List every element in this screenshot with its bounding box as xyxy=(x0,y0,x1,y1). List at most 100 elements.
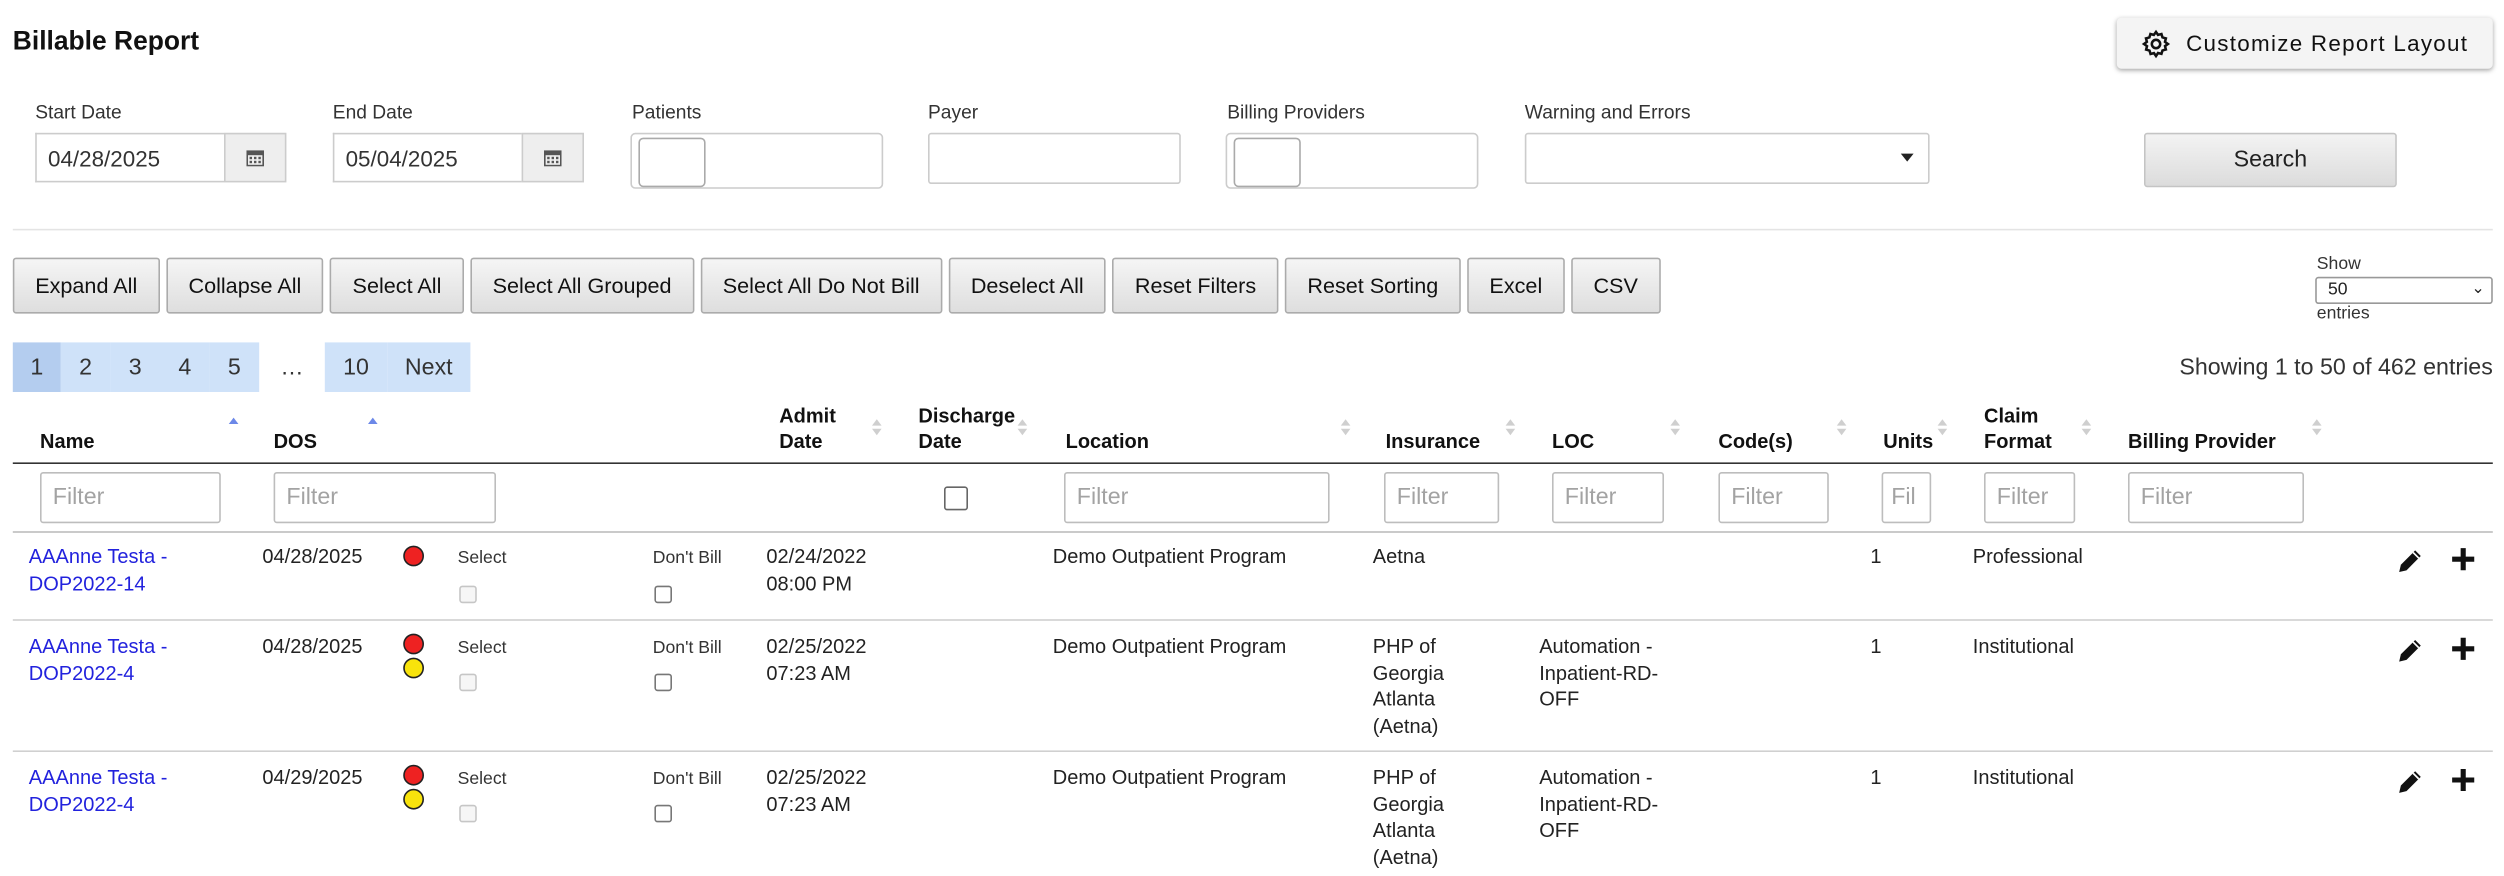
column-header-claim-format[interactable]: Claim Format xyxy=(1984,403,2052,454)
yellow-status-icon xyxy=(403,788,424,810)
insurance-line: PHP of xyxy=(1372,635,1436,658)
select-checkbox[interactable] xyxy=(459,585,477,604)
filter-input-billing-provider[interactable]: Filter xyxy=(2128,472,2304,524)
yellow-status-icon xyxy=(403,657,424,679)
select-checkbox[interactable] xyxy=(459,673,477,692)
calendar-icon[interactable] xyxy=(521,132,584,183)
select-checkbox[interactable] xyxy=(459,804,477,823)
page-button-4[interactable]: 4 xyxy=(160,342,210,392)
patients-toggle[interactable] xyxy=(638,137,706,188)
payer-label: Payer xyxy=(928,100,979,124)
column-header-location[interactable]: Location xyxy=(1066,429,1149,455)
csv-button[interactable]: CSV xyxy=(1571,257,1661,314)
filter-input-codes[interactable]: Filter xyxy=(1718,472,1829,524)
column-header-dos[interactable]: DOS xyxy=(274,429,317,455)
end-date-input[interactable]: 05/04/2025 xyxy=(332,132,522,183)
page-button-5[interactable]: 5 xyxy=(209,342,260,392)
page-button-10[interactable]: 10 xyxy=(324,342,388,392)
claim-format-value: Institutional xyxy=(1972,766,2074,789)
page-button-2[interactable]: 2 xyxy=(60,342,111,392)
divider xyxy=(12,228,2493,231)
warnings-select[interactable] xyxy=(1524,132,1930,184)
pencil-icon[interactable] xyxy=(2397,547,2424,574)
column-header-discharge-date[interactable]: Discharge Date xyxy=(918,403,1015,454)
dont-bill-checkbox[interactable] xyxy=(654,804,672,823)
payer-input[interactable] xyxy=(928,132,1181,184)
select-label: Select xyxy=(457,769,507,789)
filter-input-claim-format[interactable]: Filter xyxy=(1984,472,2076,524)
loc-line: OFF xyxy=(1539,688,1580,711)
page-length-select[interactable]: 50 ⌄ xyxy=(2315,276,2493,304)
column-header-loc[interactable]: LOC xyxy=(1552,429,1594,455)
column-header-name[interactable]: Name xyxy=(40,429,94,455)
units-value: 1 xyxy=(1870,635,1882,658)
column-header-claim-line2: Format xyxy=(1984,430,2052,453)
loc-line: Inpatient-RD- xyxy=(1539,792,1659,816)
filter-input-units[interactable]: Fil xyxy=(1881,472,1932,524)
column-header-insurance[interactable]: Insurance xyxy=(1386,429,1481,455)
dont-bill-checkbox[interactable] xyxy=(654,673,672,692)
sort-icon[interactable] xyxy=(872,419,882,436)
filter-discharge-checkbox[interactable] xyxy=(944,486,968,511)
loc-value: Automation - Inpatient-RD- OFF xyxy=(1539,634,1658,713)
filter-input-insurance[interactable]: Filter xyxy=(1384,472,1500,524)
column-header-admit-date[interactable]: Admit Date xyxy=(779,403,836,454)
sort-asc-icon[interactable] xyxy=(368,417,378,428)
patient-name-link[interactable]: AAAnne Testa - DOP2022-14 xyxy=(29,544,168,597)
filter-input-location[interactable]: Filter xyxy=(1064,472,1330,524)
sort-icon[interactable] xyxy=(2312,419,2322,436)
billing-providers-toggle[interactable] xyxy=(1233,137,1301,188)
filter-input-loc[interactable]: Filter xyxy=(1552,472,1664,524)
admit-date-line: 02/25/2022 xyxy=(766,766,867,789)
reset-sorting-button[interactable]: Reset Sorting xyxy=(1284,257,1461,314)
admit-date-line: 02/24/2022 xyxy=(766,545,867,568)
excel-button[interactable]: Excel xyxy=(1467,257,1565,314)
gear-icon xyxy=(2142,28,2171,58)
calendar-icon[interactable] xyxy=(224,132,287,183)
dont-bill-label: Don't Bill xyxy=(652,769,722,789)
customize-report-layout-button[interactable]: Customize Report Layout xyxy=(2116,17,2493,69)
select-label: Select xyxy=(457,638,507,658)
sort-asc-icon[interactable] xyxy=(228,417,239,428)
start-date-input[interactable]: 04/28/2025 xyxy=(35,132,225,183)
sort-icon[interactable] xyxy=(1836,419,1847,436)
reset-filters-button[interactable]: Reset Filters xyxy=(1112,257,1279,314)
column-header-codes[interactable]: Code(s) xyxy=(1718,429,1792,455)
patient-name-link[interactable]: AAAnne Testa - DOP2022-4 xyxy=(29,765,168,818)
next-page-button[interactable]: Next xyxy=(387,342,471,392)
sort-icon[interactable] xyxy=(1017,419,1028,436)
dont-bill-checkbox[interactable] xyxy=(654,585,672,604)
column-header-units[interactable]: Units xyxy=(1883,429,1933,455)
plus-icon[interactable] xyxy=(2450,635,2477,662)
sort-icon[interactable] xyxy=(2081,419,2092,436)
expand-all-button[interactable]: Expand All xyxy=(12,257,160,314)
pencil-icon[interactable] xyxy=(2397,637,2424,664)
page-length-value: 50 xyxy=(2328,280,2348,300)
admit-time-line: 08:00 PM xyxy=(766,572,853,595)
column-header-billing-provider[interactable]: Billing Provider xyxy=(2128,429,2276,455)
filter-input-dos[interactable]: Filter xyxy=(273,472,496,524)
filter-input-name[interactable]: Filter xyxy=(40,472,221,524)
units-value: 1 xyxy=(1870,545,1882,568)
sort-icon[interactable] xyxy=(1505,419,1516,436)
sort-icon[interactable] xyxy=(1937,419,1948,436)
page-button-3[interactable]: 3 xyxy=(110,342,160,392)
sort-icon[interactable] xyxy=(1670,419,1680,436)
insurance-line: Atlanta xyxy=(1372,819,1436,842)
select-all-do-not-bill-button[interactable]: Select All Do Not Bill xyxy=(700,257,943,314)
search-button[interactable]: Search xyxy=(2144,132,2397,188)
page-button-1[interactable]: 1 xyxy=(12,342,61,392)
plus-icon[interactable] xyxy=(2450,546,2477,573)
red-status-icon xyxy=(403,764,424,786)
sort-icon[interactable] xyxy=(1340,419,1351,436)
deselect-all-button[interactable]: Deselect All xyxy=(948,257,1107,314)
insurance-line: PHP of xyxy=(1372,766,1436,789)
pencil-icon[interactable] xyxy=(2397,768,2424,795)
select-all-button[interactable]: Select All xyxy=(330,257,464,314)
plus-icon[interactable] xyxy=(2450,766,2477,793)
collapse-all-button[interactable]: Collapse All xyxy=(166,257,324,314)
billing-providers-multiselect[interactable] xyxy=(1225,132,1479,189)
patient-name-link[interactable]: AAAnne Testa - DOP2022-4 xyxy=(29,634,168,687)
select-all-grouped-button[interactable]: Select All Grouped xyxy=(470,257,694,314)
patients-multiselect[interactable] xyxy=(630,132,884,189)
